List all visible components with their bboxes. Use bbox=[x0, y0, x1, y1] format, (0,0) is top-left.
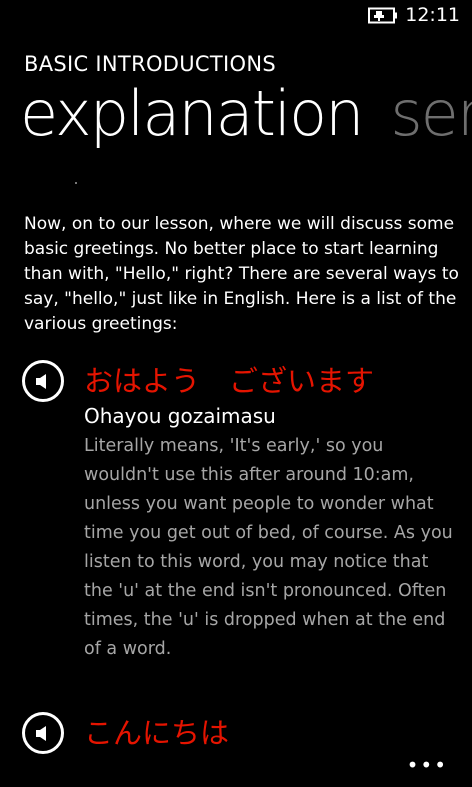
japanese-text: こんにちは bbox=[84, 716, 230, 750]
scroll-indicator bbox=[75, 182, 77, 184]
greeting-entry: こんにちは bbox=[22, 712, 462, 762]
play-audio-button[interactable] bbox=[22, 712, 64, 754]
description-text: Literally means, 'It's early,' so you wo… bbox=[84, 436, 453, 659]
status-bar: 12:11 bbox=[0, 0, 472, 32]
app-title: BASIC INTRODUCTIONS bbox=[24, 52, 276, 76]
speaker-icon bbox=[36, 374, 46, 389]
pivot-headers: explanation ser bbox=[20, 76, 472, 152]
intro-text: Now, on to our lesson, where we will dis… bbox=[24, 214, 459, 334]
battery-charging-icon bbox=[368, 7, 397, 24]
pivot-item-next[interactable]: ser bbox=[390, 77, 472, 150]
japanese-text: おはよう ございます bbox=[84, 364, 375, 398]
clock: 12:11 bbox=[405, 4, 460, 26]
play-audio-button[interactable] bbox=[22, 360, 64, 402]
romaji-text: Ohayou gozaimasu bbox=[84, 404, 276, 428]
more-options-button[interactable]: ••• bbox=[407, 753, 448, 777]
pivot-item-explanation[interactable]: explanation bbox=[20, 77, 364, 150]
greeting-entry: おはよう ございます Ohayou gozaimasu Literally me… bbox=[22, 360, 462, 690]
speaker-icon bbox=[36, 726, 46, 741]
